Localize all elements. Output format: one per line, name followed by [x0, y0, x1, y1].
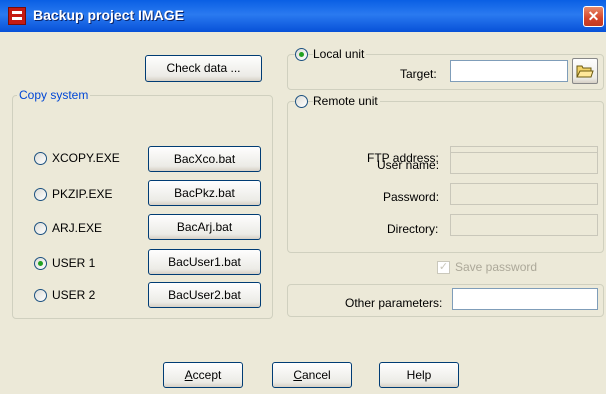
radio-xcopy[interactable] — [34, 152, 47, 165]
browse-button[interactable] — [572, 58, 598, 84]
cancel-label: ancel — [301, 368, 331, 382]
accept-button[interactable]: Accept — [163, 362, 243, 388]
target-label: Target: — [400, 67, 437, 81]
bat-button-arj[interactable]: BacArj.bat — [148, 214, 261, 240]
bat-button-user1[interactable]: BacUser1.bat — [148, 249, 261, 275]
option-label: USER 1 — [52, 256, 96, 270]
bat-button-xcopy[interactable]: BacXco.bat — [148, 146, 261, 172]
copy-system-legend: Copy system — [17, 88, 91, 102]
folder-open-icon — [576, 65, 594, 78]
password-input[interactable] — [450, 183, 598, 205]
user-name-input[interactable] — [450, 152, 598, 174]
save-password-checkbox[interactable]: ✓ — [437, 261, 450, 274]
password-label: Password: — [383, 190, 440, 204]
radio-pkzip[interactable] — [34, 188, 47, 201]
check-data-button[interactable]: Check data ... — [145, 55, 262, 82]
target-input[interactable] — [450, 60, 568, 82]
accept-label: ccept — [192, 368, 222, 382]
cancel-button[interactable]: Cancel — [272, 362, 352, 388]
radio-user2[interactable] — [34, 289, 47, 302]
local-unit-label: Local unit — [313, 47, 367, 61]
option-label: PKZIP.EXE — [52, 187, 113, 201]
save-password-label: Save password — [455, 260, 538, 274]
radio-arj[interactable] — [34, 222, 47, 235]
remote-unit-label: Remote unit — [313, 94, 380, 108]
option-label: USER 2 — [52, 288, 96, 302]
other-parameters-label: Other parameters: — [345, 296, 443, 310]
backup-dialog: Backup project IMAGE ✕ Check data ... Co… — [0, 0, 606, 394]
close-button[interactable]: ✕ — [583, 6, 604, 27]
option-label: XCOPY.EXE — [52, 151, 120, 165]
app-icon — [8, 7, 26, 25]
other-parameters-input[interactable] — [452, 288, 598, 310]
close-icon: ✕ — [587, 8, 600, 24]
cancel-mnemonic: C — [293, 368, 302, 382]
accept-mnemonic: A — [184, 368, 193, 382]
radio-remote-unit[interactable] — [295, 95, 308, 108]
bat-button-user2[interactable]: BacUser2.bat — [148, 282, 261, 308]
user-name-label: User name: — [377, 158, 440, 172]
radio-local-unit[interactable] — [295, 48, 308, 61]
directory-label: Directory: — [387, 222, 439, 236]
help-button[interactable]: Help — [379, 362, 459, 388]
option-label: ARJ.EXE — [52, 221, 103, 235]
directory-input[interactable] — [450, 214, 598, 236]
title-bar[interactable]: Backup project IMAGE ✕ — [0, 0, 606, 32]
bat-button-pkzip[interactable]: BacPkz.bat — [148, 180, 261, 206]
window-title: Backup project IMAGE — [33, 7, 184, 23]
radio-user1[interactable] — [34, 257, 47, 270]
